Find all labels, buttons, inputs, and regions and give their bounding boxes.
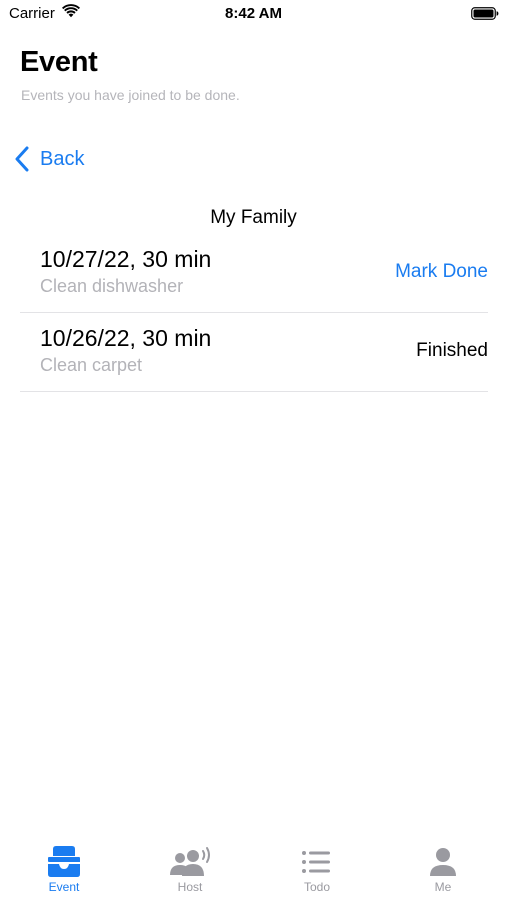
status-time: 8:42 AM: [225, 5, 282, 22]
event-row: 10/27/22, 30 min Clean dishwasher Mark D…: [20, 234, 488, 313]
event-task: Clean carpet: [40, 355, 143, 375]
group-title: My Family: [210, 207, 297, 228]
event-date-duration: 10/26/22, 30 min: [40, 325, 212, 351]
status-bar: Carrier 8:42 AM: [0, 0, 507, 28]
chevron-left-icon: [15, 146, 29, 172]
list-icon: [302, 851, 330, 873]
page-subtitle: Events you have joined to be done.: [21, 87, 240, 103]
tab-label: Todo: [303, 880, 331, 894]
tab-label: Event: [48, 880, 80, 894]
tab-label: Me: [434, 880, 452, 894]
mark-done-button[interactable]: Mark Done: [395, 261, 488, 283]
tab-host[interactable]: Host: [140, 845, 240, 900]
back-button[interactable]: Back: [14, 144, 84, 174]
person-icon: [430, 848, 456, 876]
tab-label: Host: [177, 880, 203, 894]
back-label: Back: [40, 147, 85, 170]
page-title: Event: [20, 46, 98, 78]
event-task: Clean dishwasher: [40, 276, 184, 296]
tab-event[interactable]: Event: [14, 845, 114, 900]
tab-me[interactable]: Me: [393, 845, 493, 900]
tab-bar: Event Host Todo Me: [0, 835, 507, 900]
finished-status: Finished: [416, 340, 488, 361]
event-row: 10/26/22, 30 min Clean carpet Finished: [20, 313, 488, 392]
event-date-duration: 10/27/22, 30 min: [40, 246, 212, 272]
battery-icon: [471, 7, 499, 20]
tab-todo[interactable]: Todo: [267, 845, 367, 900]
people-broadcast-icon: [170, 847, 210, 876]
tray-icon: [48, 846, 80, 877]
